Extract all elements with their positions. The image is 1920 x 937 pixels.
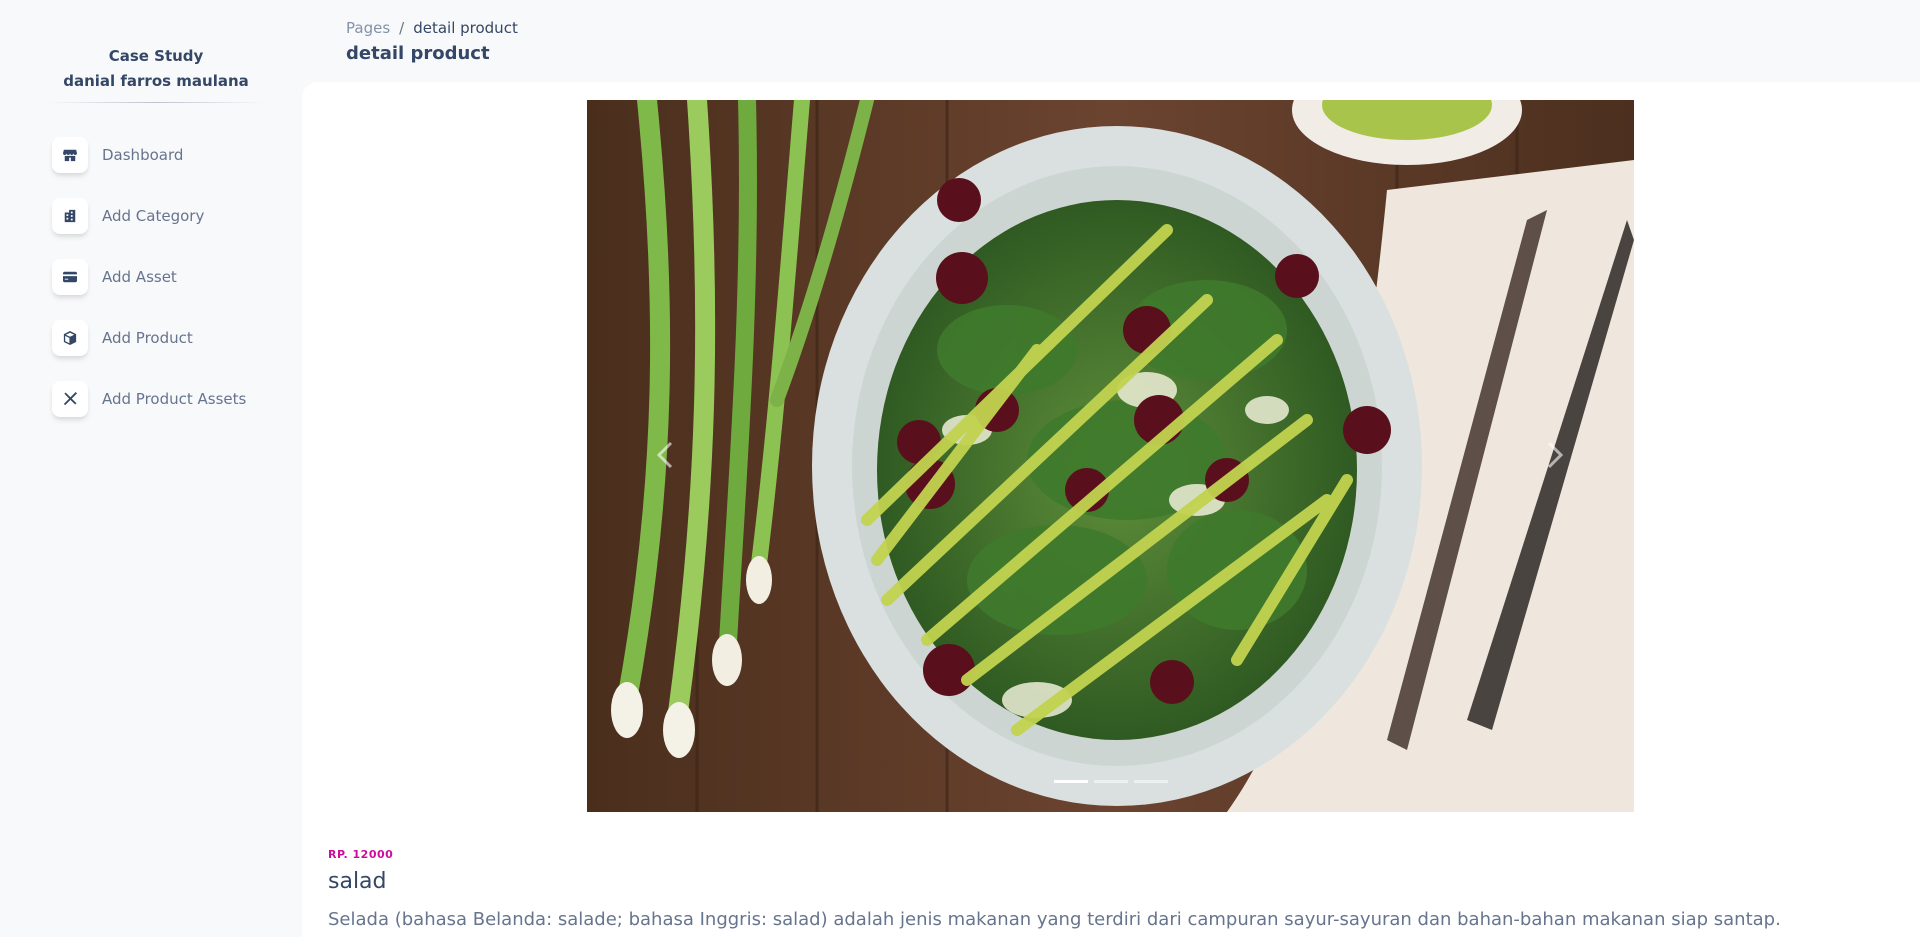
carousel-prev-button[interactable] bbox=[640, 430, 690, 480]
box-icon bbox=[52, 320, 88, 356]
sidebar-item-add-product[interactable]: Add Product bbox=[52, 320, 282, 356]
carousel-next-button[interactable] bbox=[1530, 430, 1580, 480]
brand-title: Case Study bbox=[108, 47, 204, 65]
sidebar: Case Study danial farros maulana Dashboa… bbox=[0, 0, 300, 937]
product-image bbox=[587, 100, 1634, 812]
sidebar-item-label: Dashboard bbox=[102, 146, 184, 164]
product-carousel[interactable] bbox=[587, 100, 1634, 812]
chevron-left-icon bbox=[656, 441, 673, 469]
tools-icon bbox=[52, 381, 88, 417]
sidebar-divider bbox=[48, 102, 264, 103]
carousel-indicator-3[interactable] bbox=[1133, 780, 1168, 783]
sidebar-item-dashboard[interactable]: Dashboard bbox=[52, 137, 282, 173]
page-title: detail product bbox=[346, 43, 490, 64]
breadcrumb: Pages / detail product bbox=[346, 19, 518, 37]
carousel-indicators bbox=[587, 780, 1634, 783]
sidebar-item-label: Add Asset bbox=[102, 268, 177, 286]
breadcrumb-separator: / bbox=[399, 19, 405, 37]
carousel-indicator-2[interactable] bbox=[1093, 780, 1128, 783]
carousel-indicator-1[interactable] bbox=[1053, 780, 1088, 783]
shop-icon bbox=[52, 137, 88, 173]
sidebar-item-label: Add Product bbox=[102, 329, 193, 347]
breadcrumb-current: detail product bbox=[413, 19, 518, 37]
product-description: Selada (bahasa Belanda: salade; bahasa I… bbox=[328, 909, 1781, 930]
office-icon bbox=[52, 198, 88, 234]
product-price: RP. 12000 bbox=[328, 848, 394, 861]
product-name: salad bbox=[328, 869, 387, 894]
sidebar-nav: Dashboard Add Category Add Asset Add Pro… bbox=[52, 137, 282, 442]
sidebar-item-add-category[interactable]: Add Category bbox=[52, 198, 282, 234]
chevron-right-icon bbox=[1547, 441, 1564, 469]
sidebar-brand[interactable]: Case Study danial farros maulana bbox=[48, 44, 264, 94]
breadcrumb-link-pages[interactable]: Pages bbox=[346, 19, 390, 37]
credit-card-icon bbox=[52, 259, 88, 295]
sidebar-item-label: Add Category bbox=[102, 207, 205, 225]
sidebar-item-add-asset[interactable]: Add Asset bbox=[52, 259, 282, 295]
sidebar-item-add-product-assets[interactable]: Add Product Assets bbox=[52, 381, 282, 417]
sidebar-item-label: Add Product Assets bbox=[102, 390, 247, 408]
brand-subtitle: danial farros maulana bbox=[63, 72, 249, 90]
